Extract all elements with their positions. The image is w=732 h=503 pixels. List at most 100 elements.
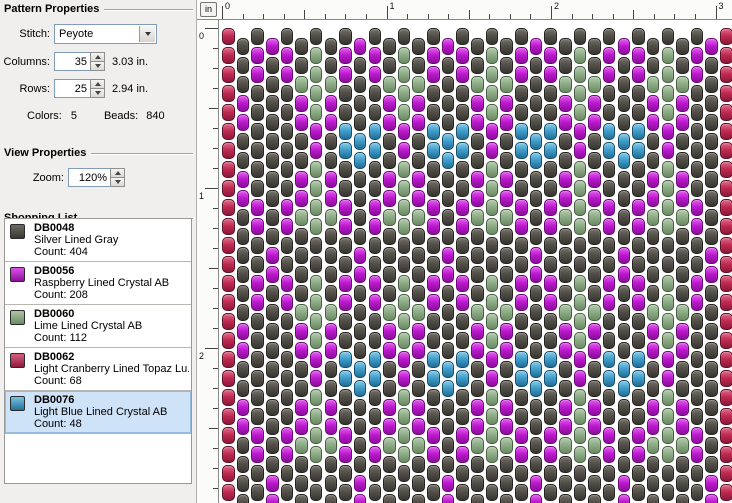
bead[interactable] — [646, 132, 660, 150]
bead[interactable] — [339, 408, 352, 425]
bead[interactable] — [427, 142, 440, 159]
bead[interactable] — [309, 142, 323, 159]
bead[interactable] — [427, 465, 440, 482]
bead[interactable] — [265, 75, 279, 93]
bead[interactable] — [236, 37, 250, 55]
bead[interactable] — [280, 199, 294, 216]
bead[interactable] — [324, 113, 338, 131]
bead[interactable] — [602, 104, 616, 121]
bead[interactable] — [720, 28, 732, 45]
bead[interactable] — [632, 313, 645, 330]
bead[interactable] — [295, 170, 308, 188]
unit-button[interactable]: in — [200, 2, 217, 17]
bead[interactable] — [383, 246, 396, 264]
bead[interactable] — [705, 75, 719, 93]
bead[interactable] — [558, 265, 572, 283]
bead[interactable] — [222, 180, 235, 197]
bead[interactable] — [295, 37, 308, 55]
bead[interactable] — [720, 161, 732, 178]
bead[interactable] — [339, 427, 352, 444]
bead[interactable] — [280, 66, 294, 83]
bead[interactable] — [339, 237, 352, 254]
bead[interactable] — [544, 28, 557, 45]
bead[interactable] — [383, 189, 396, 207]
bead[interactable] — [588, 379, 601, 397]
bead[interactable] — [222, 294, 235, 311]
bead[interactable] — [632, 66, 645, 83]
bead[interactable] — [485, 104, 499, 121]
bead[interactable] — [602, 408, 616, 425]
bead[interactable] — [485, 123, 499, 140]
bead[interactable] — [617, 75, 631, 93]
bead[interactable] — [309, 408, 323, 425]
bead[interactable] — [397, 123, 411, 140]
bead[interactable] — [646, 360, 660, 378]
bead[interactable] — [602, 28, 616, 45]
bead[interactable] — [617, 132, 631, 150]
bead[interactable] — [397, 408, 411, 425]
bead[interactable] — [280, 427, 294, 444]
bead[interactable] — [617, 94, 631, 112]
bead[interactable] — [251, 28, 264, 45]
bead[interactable] — [558, 493, 572, 503]
bead[interactable] — [720, 123, 732, 140]
shopping-list-item[interactable]: DB0060 Lime Lined Crystal AB Count: 112 — [5, 305, 191, 348]
bead[interactable] — [676, 417, 689, 435]
bead[interactable] — [515, 370, 528, 387]
bead[interactable] — [309, 465, 323, 482]
bead[interactable] — [353, 94, 367, 112]
bead[interactable] — [368, 256, 382, 273]
bead[interactable] — [544, 370, 557, 387]
bead[interactable] — [500, 398, 513, 416]
bead[interactable] — [720, 427, 732, 444]
bead[interactable] — [471, 246, 484, 264]
bead[interactable] — [236, 151, 250, 169]
bead[interactable] — [632, 161, 645, 178]
bead[interactable] — [251, 351, 264, 368]
bead[interactable] — [383, 493, 396, 503]
bead[interactable] — [573, 199, 587, 216]
bead[interactable] — [251, 237, 264, 254]
bead[interactable] — [309, 161, 323, 178]
bead[interactable] — [471, 379, 484, 397]
bead[interactable] — [265, 493, 279, 503]
bead[interactable] — [661, 408, 675, 425]
bead[interactable] — [412, 455, 426, 473]
bead[interactable] — [573, 161, 587, 178]
bead[interactable] — [471, 132, 484, 150]
bead[interactable] — [412, 398, 426, 416]
bead[interactable] — [690, 389, 704, 406]
bead[interactable] — [456, 85, 469, 102]
shopping-list-item[interactable]: DB0062 Light Cranberry Lined Topaz Lu... C… — [5, 348, 191, 391]
bead[interactable] — [309, 66, 323, 83]
bead[interactable] — [353, 227, 367, 245]
bead[interactable] — [353, 436, 367, 454]
bead[interactable] — [251, 199, 264, 216]
bead[interactable] — [441, 75, 455, 93]
bead[interactable] — [324, 379, 338, 397]
bead[interactable] — [383, 151, 396, 169]
bead[interactable] — [544, 123, 557, 140]
bead[interactable] — [368, 351, 382, 368]
bead[interactable] — [456, 389, 469, 406]
bead[interactable] — [500, 170, 513, 188]
bead[interactable] — [251, 427, 264, 444]
bead[interactable] — [324, 94, 338, 112]
bead[interactable] — [441, 227, 455, 245]
bead[interactable] — [280, 237, 294, 254]
bead[interactable] — [515, 142, 528, 159]
bead[interactable] — [705, 56, 719, 74]
bead[interactable] — [397, 161, 411, 178]
bead[interactable] — [632, 180, 645, 197]
bead[interactable] — [265, 113, 279, 131]
bead[interactable] — [309, 123, 323, 140]
bead[interactable] — [427, 161, 440, 178]
bead[interactable] — [485, 332, 499, 349]
bead[interactable] — [309, 427, 323, 444]
bead[interactable] — [251, 256, 264, 273]
bead[interactable] — [265, 379, 279, 397]
bead[interactable] — [558, 360, 572, 378]
bead[interactable] — [720, 237, 732, 254]
bead[interactable] — [236, 132, 250, 150]
bead[interactable] — [236, 94, 250, 112]
